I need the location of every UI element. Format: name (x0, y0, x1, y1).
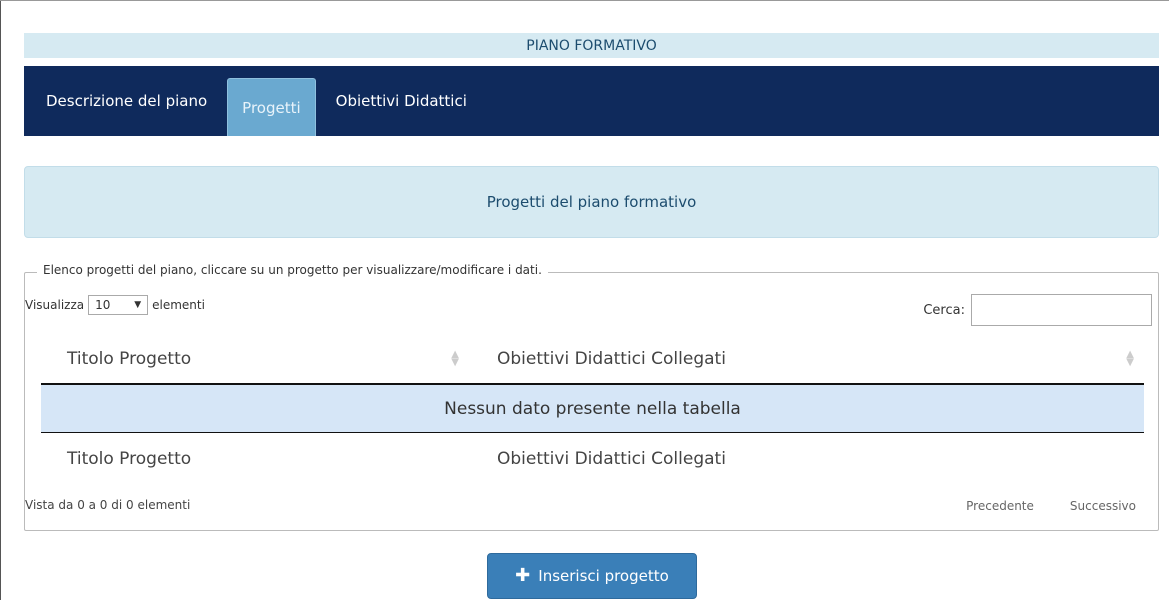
pagination: Precedente Successivo (966, 499, 1136, 513)
section-header-text: Progetti del piano formativo (486, 193, 697, 211)
search-label: Cerca: (923, 302, 965, 318)
tab-label: Descrizione del piano (46, 92, 208, 110)
table-header: Titolo Progetto ▲ ▼ Obiettivi Didattici C… (41, 335, 1144, 385)
table-footer: Titolo Progetto Obiettivi Didattici Coll… (41, 433, 1144, 485)
page-title-text: PIANO FORMATIVO (526, 37, 657, 54)
chevron-down-icon: ▼ (134, 300, 142, 310)
footer-column-label: Obiettivi Didattici Collegati (497, 449, 726, 469)
column-header-label: Titolo Progetto (67, 349, 192, 369)
window-left-border (0, 0, 1, 600)
search-control: Cerca: (923, 294, 1152, 326)
sort-icon: ▲ ▼ (1126, 349, 1134, 368)
footer-column-titolo: Titolo Progetto (41, 449, 471, 469)
fieldset-legend: Elenco progetti del piano, cliccare su u… (37, 263, 548, 277)
sort-icon: ▲ ▼ (451, 349, 459, 368)
tab-bar: Descrizione del piano Progetti Obiettivi… (24, 66, 1159, 136)
table-empty-row: Nessun dato presente nella tabella (41, 385, 1144, 433)
column-header-label: Obiettivi Didattici Collegati (497, 349, 726, 369)
elements-label: elementi (152, 298, 205, 312)
footer-column-obiettivi: Obiettivi Didattici Collegati (471, 449, 1144, 469)
search-input[interactable] (971, 294, 1152, 326)
tab-label: Progetti (242, 98, 301, 117)
page-length-value: 10 (95, 298, 111, 312)
show-label: Visualizza (25, 298, 85, 312)
plus-icon: ✚ (515, 565, 531, 586)
column-header-obiettivi[interactable]: Obiettivi Didattici Collegati ▲ ▼ (471, 349, 1144, 369)
page-title: PIANO FORMATIVO (24, 33, 1159, 58)
empty-message: Nessun dato presente nella tabella (444, 398, 741, 419)
table-info: Vista da 0 a 0 di 0 elementi (25, 498, 191, 512)
insert-project-button[interactable]: ✚ Inserisci progetto (487, 553, 697, 599)
tab-descrizione-del-piano[interactable]: Descrizione del piano (32, 73, 221, 129)
insert-project-label: Inserisci progetto (538, 567, 669, 585)
projects-table: Titolo Progetto ▲ ▼ Obiettivi Didattici C… (41, 335, 1144, 485)
next-page-button[interactable]: Successivo (1070, 499, 1136, 513)
page-length-control: Visualizza 10 ▼ elementi (25, 295, 205, 315)
tab-obiettivi-didattici[interactable]: Obiettivi Didattici (322, 73, 481, 129)
section-header: Progetti del piano formativo (24, 166, 1159, 238)
window-top-border (0, 0, 1169, 1)
page-length-select[interactable]: 10 ▼ (88, 295, 149, 315)
footer-column-label: Titolo Progetto (67, 449, 192, 469)
tab-label: Obiettivi Didattici (335, 92, 467, 110)
previous-page-button[interactable]: Precedente (966, 499, 1034, 513)
tab-progetti[interactable]: Progetti (227, 78, 316, 136)
projects-fieldset: Elenco progetti del piano, cliccare su u… (24, 263, 1159, 531)
column-header-titolo[interactable]: Titolo Progetto ▲ ▼ (41, 349, 471, 369)
